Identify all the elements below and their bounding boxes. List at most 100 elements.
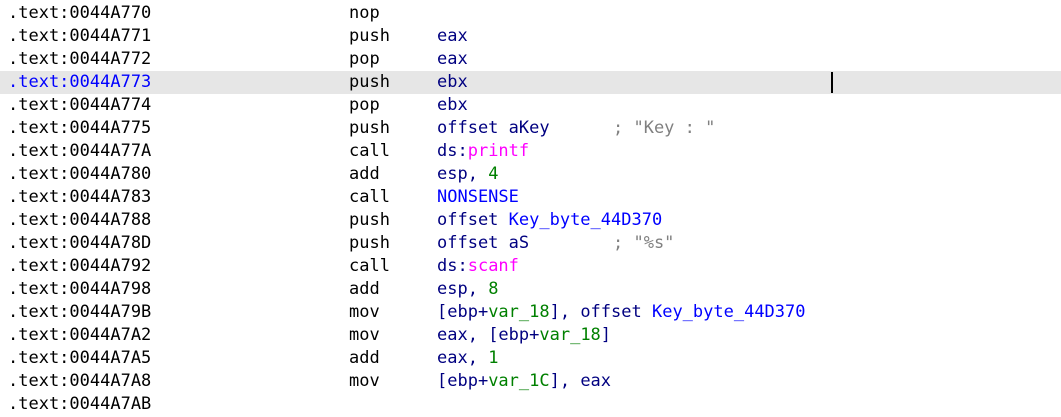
instruction-line[interactable]: .text:0044A783 call NONSENSE <box>0 186 1061 209</box>
address-label[interactable]: .text:0044A771 <box>8 25 151 48</box>
instruction-mnemonic[interactable]: add <box>349 163 380 186</box>
operand-reg: esp <box>437 279 468 299</box>
instruction-operands[interactable]: esp, 4 <box>437 163 498 186</box>
operand-name[interactable]: aKey <box>509 118 550 138</box>
instruction-line[interactable]: .text:0044A770 nop <box>0 2 1061 25</box>
instruction-operands[interactable]: eax, [ebp+var_18] <box>437 324 611 347</box>
instruction-mnemonic[interactable]: push <box>349 209 390 232</box>
instruction-line[interactable]: .text:0044A780 add esp, 4 <box>0 163 1061 186</box>
address-label[interactable]: .text:0044A7AB <box>8 393 151 416</box>
text-cursor <box>831 72 833 93</box>
instruction-mnemonic[interactable]: call <box>349 255 390 278</box>
operand-var[interactable]: var_18 <box>488 302 549 322</box>
instruction-line[interactable]: .text:0044A7A5 add eax, 1 <box>0 347 1061 370</box>
instruction-mnemonic[interactable]: call <box>349 186 390 209</box>
address-label[interactable]: .text:0044A774 <box>8 94 151 117</box>
string-comment: ; "%s" <box>613 233 675 253</box>
instruction-operands[interactable]: eax <box>437 25 468 48</box>
address-label[interactable]: .text:0044A770 <box>8 2 151 25</box>
operand-var[interactable]: var_18 <box>539 325 600 345</box>
instruction-operands[interactable]: eax <box>437 48 468 71</box>
instruction-mnemonic[interactable]: push <box>349 117 390 140</box>
operand-punct: ], eax <box>549 371 612 391</box>
instruction-line[interactable]: .text:0044A788 push offset Key_byte_44D370 <box>0 209 1061 232</box>
instruction-operands[interactable]: eax, 1 <box>437 347 498 370</box>
operand-punct: ] <box>600 325 612 345</box>
address-label[interactable]: .text:0044A798 <box>8 278 151 301</box>
operand-kw: offset <box>437 118 509 138</box>
disassembly-listing[interactable]: .text:0044A770 nop .text:0044A771 push eax .t… <box>0 2 1061 416</box>
operand-reg: eax <box>437 49 468 69</box>
instruction-mnemonic[interactable]: push <box>349 71 390 94</box>
instruction-mnemonic[interactable]: mov <box>349 301 380 324</box>
operand-reg: ebx <box>437 95 468 115</box>
address-label[interactable]: .text:0044A775 <box>8 117 151 140</box>
operand-imp[interactable]: scanf <box>468 256 519 276</box>
operand-var[interactable]: var_1C <box>488 371 549 391</box>
instruction-mnemonic[interactable]: pop <box>349 48 380 71</box>
operand-kw: offset <box>437 210 509 230</box>
instruction-line[interactable]: .text:0044A79B mov [ebp+var_18], offset Ke… <box>0 301 1061 324</box>
operand-sym[interactable]: NONSENSE <box>437 187 519 207</box>
operand-name[interactable]: aS <box>509 233 529 253</box>
current-instruction-line[interactable]: .text:0044A773 push ebx <box>0 71 1061 94</box>
instruction-mnemonic[interactable]: push <box>349 232 390 255</box>
instruction-line[interactable]: .text:0044A775 push offset aKey ; "Key : " <box>0 117 1061 140</box>
operand-sym[interactable]: Key_byte_44D370 <box>652 302 806 322</box>
instruction-line[interactable]: .text:0044A798 add esp, 8 <box>0 278 1061 301</box>
instruction-operands[interactable]: ebx <box>437 94 468 117</box>
address-label[interactable]: .text:0044A77A <box>8 140 151 163</box>
address-label[interactable]: .text:0044A7A5 <box>8 347 151 370</box>
instruction-operands[interactable]: ds:scanf <box>437 255 519 278</box>
address-label[interactable]: .text:0044A783 <box>8 186 151 209</box>
instruction-mnemonic[interactable]: mov <box>349 370 380 393</box>
instruction-operands[interactable]: NONSENSE <box>437 186 519 209</box>
operand-kw: offset <box>437 233 509 253</box>
operand-reg: eax <box>437 348 468 368</box>
address-label[interactable]: .text:0044A7A2 <box>8 324 151 347</box>
address-label[interactable]: .text:0044A780 <box>8 163 151 186</box>
operand-kw: ], offset <box>549 302 652 322</box>
operand-punct: , <box>467 348 489 368</box>
address-label[interactable]: .text:0044A792 <box>8 255 151 278</box>
instruction-line[interactable]: .text:0044A78D push offset aS ; "%s" <box>0 232 1061 255</box>
instruction-mnemonic[interactable]: add <box>349 347 380 370</box>
instruction-operands[interactable]: [ebp+var_18], offset Key_byte_44D370 <box>437 301 806 324</box>
operand-num: 1 <box>488 348 499 368</box>
instruction-mnemonic[interactable]: nop <box>349 2 380 25</box>
operand-sym[interactable]: Key_byte_44D370 <box>509 210 663 230</box>
operand-kw: ds: <box>437 256 468 276</box>
instruction-operands[interactable]: ds:printf <box>437 140 529 163</box>
instruction-operands[interactable]: offset aS <box>437 232 529 255</box>
operand-punct: , <box>467 279 489 299</box>
instruction-mnemonic[interactable]: call <box>349 140 390 163</box>
instruction-line[interactable]: .text:0044A7AB <box>0 393 1061 416</box>
instruction-line[interactable]: .text:0044A7A8 mov [ebp+var_1C], eax <box>0 370 1061 393</box>
instruction-mnemonic[interactable]: mov <box>349 324 380 347</box>
operand-reg: [ebp+ <box>437 371 489 391</box>
operand-punct: , [ebp+ <box>467 325 540 345</box>
address-label[interactable]: .text:0044A79B <box>8 301 151 324</box>
instruction-line[interactable]: .text:0044A774 pop ebx <box>0 94 1061 117</box>
operand-imp[interactable]: printf <box>468 141 529 161</box>
address-label[interactable]: .text:0044A78D <box>8 232 151 255</box>
instruction-mnemonic[interactable]: add <box>349 278 380 301</box>
address-label[interactable]: .text:0044A788 <box>8 209 151 232</box>
instruction-operands[interactable]: offset Key_byte_44D370 <box>437 209 662 232</box>
address-label[interactable]: .text:0044A772 <box>8 48 151 71</box>
instruction-operands[interactable]: esp, 8 <box>437 278 498 301</box>
instruction-line[interactable]: .text:0044A792 call ds:scanf <box>0 255 1061 278</box>
instruction-line[interactable]: .text:0044A772 pop eax <box>0 48 1061 71</box>
instruction-line[interactable]: .text:0044A77A call ds:printf <box>0 140 1061 163</box>
instruction-line[interactable]: .text:0044A7A2 mov eax, [ebp+var_18] <box>0 324 1061 347</box>
address-label[interactable]: .text:0044A773 <box>8 71 151 94</box>
address-label[interactable]: .text:0044A7A8 <box>8 370 151 393</box>
operand-kw: ds: <box>437 141 468 161</box>
instruction-operands[interactable]: offset aKey <box>437 117 550 140</box>
instruction-line[interactable]: .text:0044A771 push eax <box>0 25 1061 48</box>
instruction-mnemonic[interactable]: push <box>349 25 390 48</box>
instruction-mnemonic[interactable]: pop <box>349 94 380 117</box>
instruction-operands[interactable]: ebx <box>437 71 468 94</box>
instruction-operands[interactable]: [ebp+var_1C], eax <box>437 370 611 393</box>
string-comment: ; "Key : " <box>613 118 716 138</box>
